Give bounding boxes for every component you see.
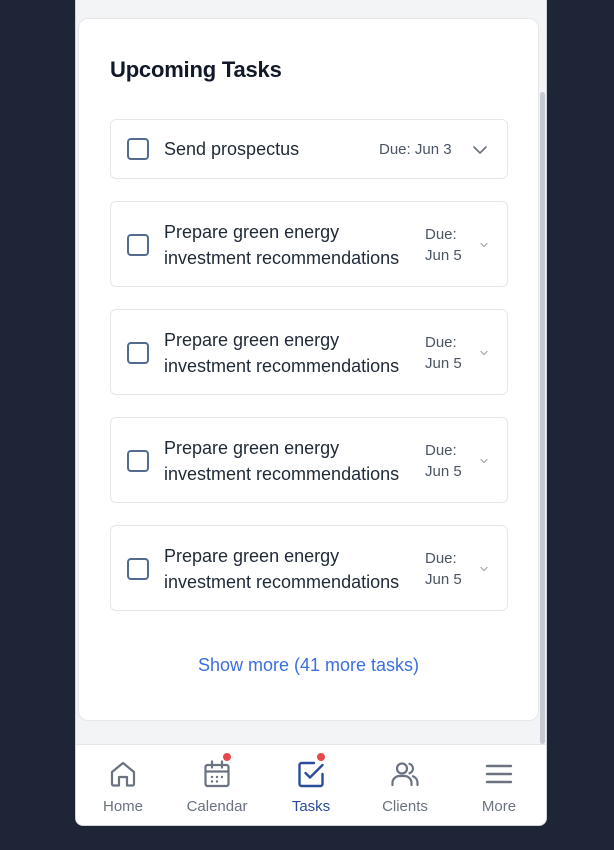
task-title: Send prospectus — [164, 139, 300, 159]
bottom-nav: Home Calendar Tasks Clients More — [76, 744, 546, 825]
nav-label: Clients — [382, 798, 428, 815]
task-due-date: Due: Jun 5 — [425, 226, 462, 264]
task-checkbox[interactable] — [127, 138, 149, 160]
notification-badge — [222, 752, 232, 762]
task-checkbox[interactable] — [127, 450, 149, 472]
nav-item-more[interactable]: More — [452, 745, 546, 825]
task-item[interactable]: Prepare green energy investment recommen… — [110, 201, 508, 287]
scrollbar[interactable] — [540, 92, 545, 744]
home-icon — [110, 761, 136, 787]
task-checkbox[interactable] — [127, 342, 149, 364]
chevron-down-icon[interactable] — [479, 564, 489, 574]
task-checkbox[interactable] — [127, 234, 149, 256]
task-item[interactable]: Prepare green energy investment recommen… — [110, 525, 508, 611]
card-title: Upcoming Tasks — [110, 57, 282, 82]
chevron-down-icon[interactable] — [472, 142, 488, 158]
notification-badge — [316, 752, 326, 762]
nav-label: Home — [102, 798, 143, 815]
task-title: Prepare green energy investment recommen… — [164, 546, 400, 592]
nav-label: Tasks — [291, 798, 331, 815]
nav-label: More — [481, 798, 517, 815]
clients-icon — [391, 762, 419, 787]
nav-item-calendar[interactable]: Calendar — [170, 745, 264, 825]
task-due-date: Due: Jun 5 — [425, 550, 462, 588]
task-item[interactable]: Prepare green energy investment recommen… — [110, 417, 508, 503]
menu-icon — [485, 764, 513, 784]
task-due-date: Due: Jun 3 — [379, 141, 452, 158]
task-title: Prepare green energy investment recommen… — [164, 330, 400, 376]
task-due-date: Due: Jun 5 — [425, 334, 462, 372]
calendar-icon — [204, 760, 230, 788]
nav-label: Calendar — [186, 798, 248, 815]
task-checkbox[interactable] — [127, 558, 149, 580]
nav-item-tasks[interactable]: Tasks — [264, 745, 358, 825]
task-title: Prepare green energy investment recommen… — [164, 222, 400, 268]
nav-item-clients[interactable]: Clients — [358, 745, 452, 825]
task-title: Prepare green energy investment recommen… — [164, 438, 400, 484]
nav-item-home[interactable]: Home — [76, 745, 170, 825]
tasks-icon — [298, 761, 324, 788]
task-item[interactable]: Send prospectus Due: Jun 3 — [110, 119, 508, 179]
task-due-date: Due: Jun 5 — [425, 442, 462, 480]
phone-frame: Upcoming Tasks Send prospectus Due: Jun … — [75, 0, 547, 826]
show-more-link[interactable]: Show more (41 more tasks) — [79, 655, 538, 676]
chevron-down-icon[interactable] — [479, 456, 489, 466]
chevron-down-icon[interactable] — [479, 348, 489, 358]
upcoming-tasks-card: Upcoming Tasks Send prospectus Due: Jun … — [78, 18, 539, 721]
task-item[interactable]: Prepare green energy investment recommen… — [110, 309, 508, 395]
chevron-down-icon[interactable] — [479, 240, 489, 250]
